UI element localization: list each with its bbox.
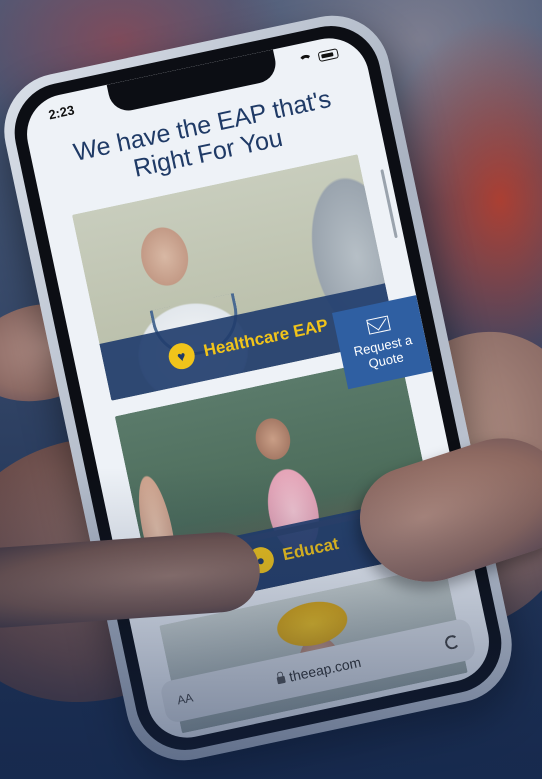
card-label-education[interactable]: Educat bbox=[281, 534, 341, 565]
url-text: theeap.com bbox=[287, 653, 363, 685]
status-icons bbox=[298, 48, 340, 67]
url-display[interactable]: theeap.com bbox=[276, 653, 363, 687]
battery-icon bbox=[317, 48, 340, 63]
request-quote-button[interactable]: Request a Quote bbox=[332, 295, 433, 390]
heart-icon: ♥ bbox=[165, 340, 197, 372]
text-size-button[interactable]: AA bbox=[176, 690, 195, 707]
status-time: 2:23 bbox=[47, 101, 76, 122]
reload-icon[interactable] bbox=[443, 633, 461, 651]
card-label-healthcare[interactable]: Healthcare EAP bbox=[202, 315, 330, 361]
wifi-icon bbox=[298, 54, 314, 67]
lock-icon bbox=[277, 675, 287, 685]
mail-icon bbox=[366, 314, 391, 335]
